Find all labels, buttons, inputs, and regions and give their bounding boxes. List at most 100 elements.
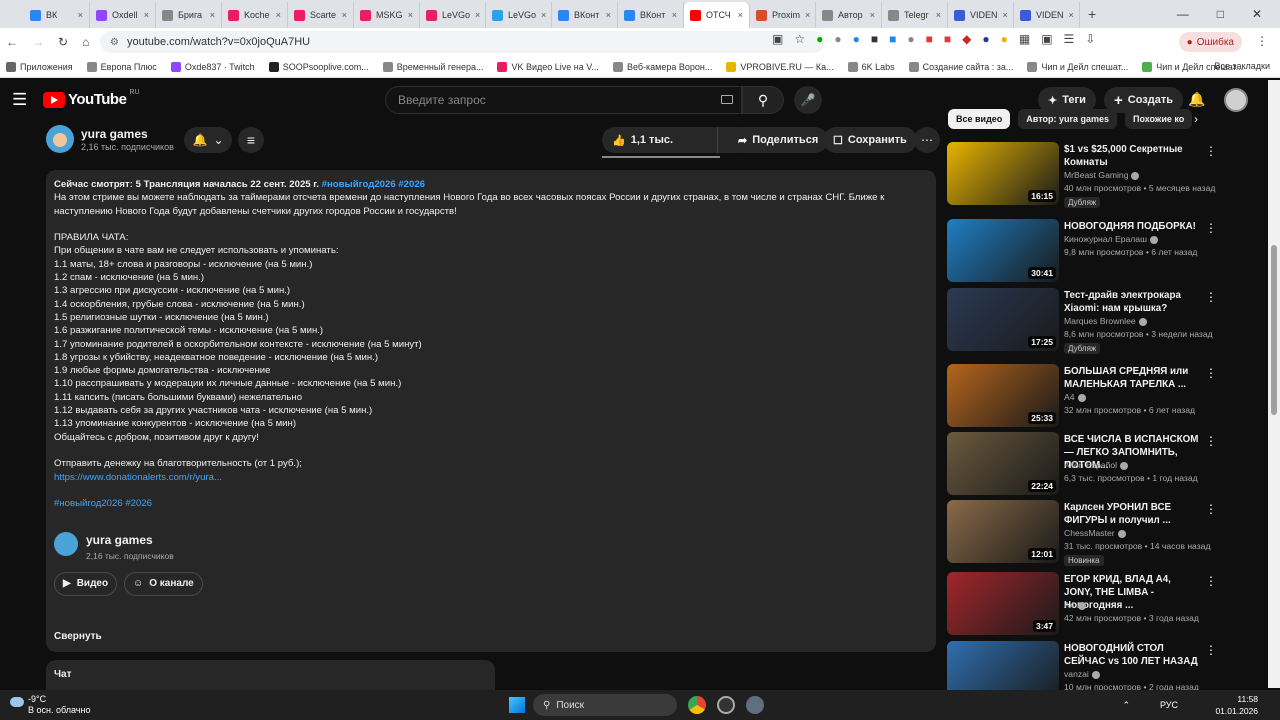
video-title[interactable]: БОЛЬШАЯ СРЕДНЯЯ или МАЛЕНЬКАЯ ТАРЕЛКА ..… xyxy=(1064,365,1199,391)
tab-close-icon[interactable]: × xyxy=(870,10,875,20)
menu-icon[interactable]: ☰ xyxy=(12,90,27,110)
home-icon[interactable]: ⌂ xyxy=(82,35,89,49)
video-channel[interactable]: MrBeast Gaming xyxy=(1064,170,1140,180)
browser-tab[interactable]: Автор × xyxy=(816,2,882,28)
profile-error-button[interactable]: ● Ошибка xyxy=(1178,32,1242,52)
video-menu-icon[interactable]: ⋮ xyxy=(1205,290,1217,304)
channel-name[interactable]: yura games xyxy=(81,127,148,141)
settings-icon[interactable] xyxy=(746,696,764,714)
account-avatar[interactable] xyxy=(1224,88,1248,112)
save-button[interactable]: ☐ Сохранить xyxy=(823,127,917,153)
video-thumbnail[interactable]: 17:25 xyxy=(947,288,1059,351)
share-button[interactable]: ➦ Поделиться xyxy=(728,127,829,153)
tab-close-icon[interactable]: × xyxy=(606,10,611,20)
video-title[interactable]: Тест-драйв электрокара Xiaomi: нам крышк… xyxy=(1064,289,1199,315)
video-thumbnail[interactable]: 30:41 xyxy=(947,219,1059,282)
channel-avatar[interactable] xyxy=(54,532,78,556)
channel-videos-button[interactable]: ▶ Видео xyxy=(54,572,118,596)
extension-icon[interactable]: ■ xyxy=(871,32,878,46)
windows-start-icon[interactable] xyxy=(509,697,525,713)
extension-icon[interactable]: ● xyxy=(907,32,914,46)
channel-name[interactable]: yura games xyxy=(86,533,153,547)
video-menu-icon[interactable]: ⋮ xyxy=(1205,502,1217,516)
video-menu-icon[interactable]: ⋮ xyxy=(1205,574,1217,588)
video-thumbnail[interactable]: 16:15 xyxy=(947,142,1059,205)
extensions-puzzle-icon[interactable]: ▦ xyxy=(1019,32,1030,46)
extension-icon[interactable]: ■ xyxy=(944,32,951,46)
video-thumbnail[interactable]: 3:47 xyxy=(947,572,1059,635)
browser-tab[interactable]: Proxim × xyxy=(750,2,816,28)
tab-close-icon[interactable]: × xyxy=(1003,10,1008,20)
browser-tab[interactable]: ВК × xyxy=(24,2,90,28)
filter-chip[interactable]: Похожие ко xyxy=(1125,109,1193,129)
tab-close-icon[interactable]: × xyxy=(1069,10,1074,20)
video-channel[interactable]: A4 xyxy=(1064,392,1086,402)
extension-icon[interactable]: ■ xyxy=(889,32,896,46)
subscription-bell-button[interactable]: 🔔 ⌄ xyxy=(184,127,232,153)
site-info-icon[interactable]: ⚙ xyxy=(110,37,119,48)
tab-close-icon[interactable]: × xyxy=(276,10,281,20)
chevron-right-icon[interactable]: › xyxy=(1194,112,1198,126)
keyboard-icon[interactable] xyxy=(721,95,733,104)
video-menu-icon[interactable]: ⋮ xyxy=(1205,144,1217,158)
tab-close-icon[interactable]: × xyxy=(342,10,347,20)
video-menu-icon[interactable]: ⋮ xyxy=(1205,643,1217,657)
search-button[interactable]: ⚲ xyxy=(742,86,784,114)
video-title[interactable]: НОВОГОДНЯЯ ПОДБОРКА! xyxy=(1064,220,1199,233)
browser-tab[interactable]: Scarte × xyxy=(288,2,354,28)
bookmark-star-icon[interactable]: ☆ xyxy=(794,32,805,46)
reload-icon[interactable]: ↻ xyxy=(58,35,68,49)
weather-widget[interactable]: -9°C В осн. облачно xyxy=(10,694,90,716)
browser-tab[interactable]: LeVGo × xyxy=(420,2,486,28)
scrollbar-thumb[interactable] xyxy=(1271,245,1277,415)
video-thumbnail[interactable]: 25:33 xyxy=(947,364,1059,427)
filter-chip[interactable]: Автор: yura games xyxy=(1018,109,1118,129)
browser-tab[interactable]: LeVGo × xyxy=(486,2,552,28)
recommended-video[interactable]: 17:25 Тест-драйв электрокара Xiaomi: нам … xyxy=(947,288,1217,354)
voice-search-button[interactable]: 🎤 xyxy=(794,86,822,114)
bookmark-item[interactable]: Временный генера... xyxy=(382,61,483,72)
extension-icon[interactable]: ■ xyxy=(926,32,933,46)
bookmark-item[interactable]: Чип и Дейл спешат... xyxy=(1027,61,1128,72)
recommended-video[interactable]: НОВОГОДНИЙ СТОЛ СЕЙЧАС vs 100 ЛЕТ НАЗАД v… xyxy=(947,641,1217,690)
close-icon[interactable]: ✕ xyxy=(1252,7,1262,21)
tab-close-icon[interactable]: × xyxy=(78,10,83,20)
tab-close-icon[interactable]: × xyxy=(672,10,677,20)
channel-avatar[interactable] xyxy=(46,125,74,153)
recommended-video[interactable]: 22:24 ВСЕ ЧИСЛА В ИСПАНСКОМ — ЛЕГКО ЗАПОМ… xyxy=(947,432,1217,496)
tab-close-icon[interactable]: × xyxy=(738,10,743,20)
bookmark-item[interactable]: SOOPsooplive.com... xyxy=(268,61,369,72)
extension-icon[interactable]: ● xyxy=(816,32,823,46)
description-hashtags[interactable]: #новыйгод2026 #2026 xyxy=(54,497,928,510)
recommended-video[interactable]: 30:41 НОВОГОДНЯЯ ПОДБОРКА! Киножурнал Ерал… xyxy=(947,219,1217,283)
tab-close-icon[interactable]: × xyxy=(936,10,941,20)
browser-tab[interactable]: Koche × xyxy=(222,2,288,28)
filter-chip[interactable]: Все видео xyxy=(948,109,1011,129)
notifications-icon[interactable]: 🔔 xyxy=(1188,91,1205,108)
video-channel[interactable]: ChessMaster xyxy=(1064,528,1126,538)
browser-tab[interactable]: Telegr × xyxy=(882,2,948,28)
video-channel[interactable]: Киножурнал Ералаш xyxy=(1064,234,1158,244)
like-button[interactable]: 👍 1,1 тыс. xyxy=(602,127,718,153)
browser-tab[interactable]: ВКонт × xyxy=(618,2,684,28)
tab-close-icon[interactable]: × xyxy=(144,10,149,20)
browser-tab[interactable]: Брига × xyxy=(156,2,222,28)
browser-tab[interactable]: ОТСЧ × xyxy=(684,2,750,28)
bookmark-item[interactable]: 6K Labs xyxy=(847,61,895,72)
extension-icon[interactable]: ● xyxy=(853,32,860,46)
video-thumbnail[interactable]: 12:01 xyxy=(947,500,1059,563)
new-tab-button[interactable]: + xyxy=(1088,6,1096,22)
minimize-icon[interactable]: — xyxy=(1177,7,1189,21)
all-bookmarks-folder[interactable]: Все закладки xyxy=(1214,61,1270,71)
video-menu-icon[interactable]: ⋮ xyxy=(1205,366,1217,380)
bookmark-item[interactable]: Европа Плюс xyxy=(86,61,157,72)
video-thumbnail[interactable] xyxy=(947,641,1059,690)
recommended-video[interactable]: 3:47 ЕГОР КРИД, ВЛАД А4, JONY, THE LIMBA … xyxy=(947,572,1217,636)
page-scrollbar[interactable] xyxy=(1268,80,1280,688)
video-channel[interactable]: Marques Brownlee xyxy=(1064,316,1147,326)
video-channel[interactable]: A4 xyxy=(1064,600,1086,610)
maximize-icon[interactable]: □ xyxy=(1217,7,1224,21)
tray-chevron-icon[interactable]: ⌃ xyxy=(1122,700,1130,711)
bookmark-item[interactable]: Веб-камера Ворон... xyxy=(612,61,712,72)
browser-tab[interactable]: VIDEN × xyxy=(1014,2,1080,28)
